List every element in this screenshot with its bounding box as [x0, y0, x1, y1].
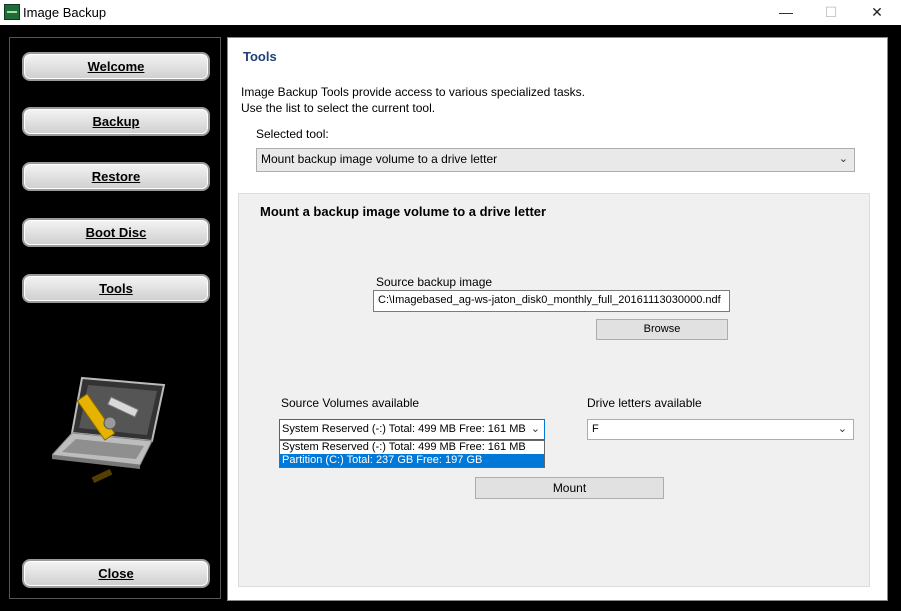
close-window-button[interactable]: ✕ — [854, 0, 900, 25]
title-bar: Image Backup — ☐ ✕ — [0, 0, 901, 25]
drive-letter-value: F — [592, 423, 599, 435]
chevron-down-icon: ⌄ — [530, 423, 540, 435]
selected-tool-dropdown[interactable]: Mount backup image volume to a drive let… — [256, 148, 855, 172]
main-content: Tools Image Backup Tools provide access … — [227, 37, 888, 601]
drive-letters-dropdown[interactable]: F ⌄ — [587, 419, 854, 440]
nav-backup-button[interactable]: Backup — [22, 107, 210, 136]
browse-button[interactable]: Browse — [596, 319, 728, 340]
app-frame: Welcome Backup Restore Boot Disc Tools C… — [0, 25, 901, 611]
nav-welcome-button[interactable]: Welcome — [22, 52, 210, 81]
minimize-button[interactable]: — — [763, 0, 809, 25]
source-volumes-list: System Reserved (-:) Total: 499 MB Free:… — [279, 440, 545, 468]
selected-tool-label: Selected tool: — [256, 127, 329, 141]
source-volume-option[interactable]: Partition (C:) Total: 237 GB Free: 197 G… — [280, 454, 544, 467]
source-image-field[interactable]: C:\Imagebased_ag-ws-jaton_disk0_monthly_… — [373, 290, 730, 312]
panel-title: Mount a backup image volume to a drive l… — [260, 204, 547, 219]
page-title: Tools — [243, 49, 277, 64]
mount-button[interactable]: Mount — [475, 477, 664, 499]
maximize-button[interactable]: ☐ — [808, 0, 854, 25]
drive-letters-label: Drive letters available — [587, 396, 702, 410]
nav-restore-button[interactable]: Restore — [22, 162, 210, 191]
description-line-2: Use the list to select the current tool. — [241, 101, 436, 115]
chevron-down-icon: ⌄ — [838, 153, 848, 165]
nav-boot-disc-button[interactable]: Boot Disc — [22, 218, 210, 247]
source-volume-selected: System Reserved (-:) Total: 499 MB Free:… — [282, 423, 526, 435]
nav-tools-button[interactable]: Tools — [22, 274, 210, 303]
source-image-label: Source backup image — [376, 275, 493, 289]
source-volume-option[interactable]: System Reserved (-:) Total: 499 MB Free:… — [280, 441, 544, 454]
close-button[interactable]: Close — [22, 559, 210, 588]
tool-panel: Mount a backup image volume to a drive l… — [238, 193, 870, 587]
app-icon — [4, 4, 20, 20]
source-volumes-dropdown[interactable]: System Reserved (-:) Total: 499 MB Free:… — [279, 419, 545, 440]
sidebar: Welcome Backup Restore Boot Disc Tools C… — [9, 37, 221, 599]
selected-tool-value: Mount backup image volume to a drive let… — [261, 152, 498, 166]
description-line-1: Image Backup Tools provide access to var… — [241, 85, 585, 99]
laptop-tools-icon — [52, 376, 166, 483]
chevron-down-icon: ⌄ — [837, 423, 847, 435]
window-title: Image Backup — [23, 5, 107, 20]
source-volumes-label: Source Volumes available — [281, 396, 420, 410]
